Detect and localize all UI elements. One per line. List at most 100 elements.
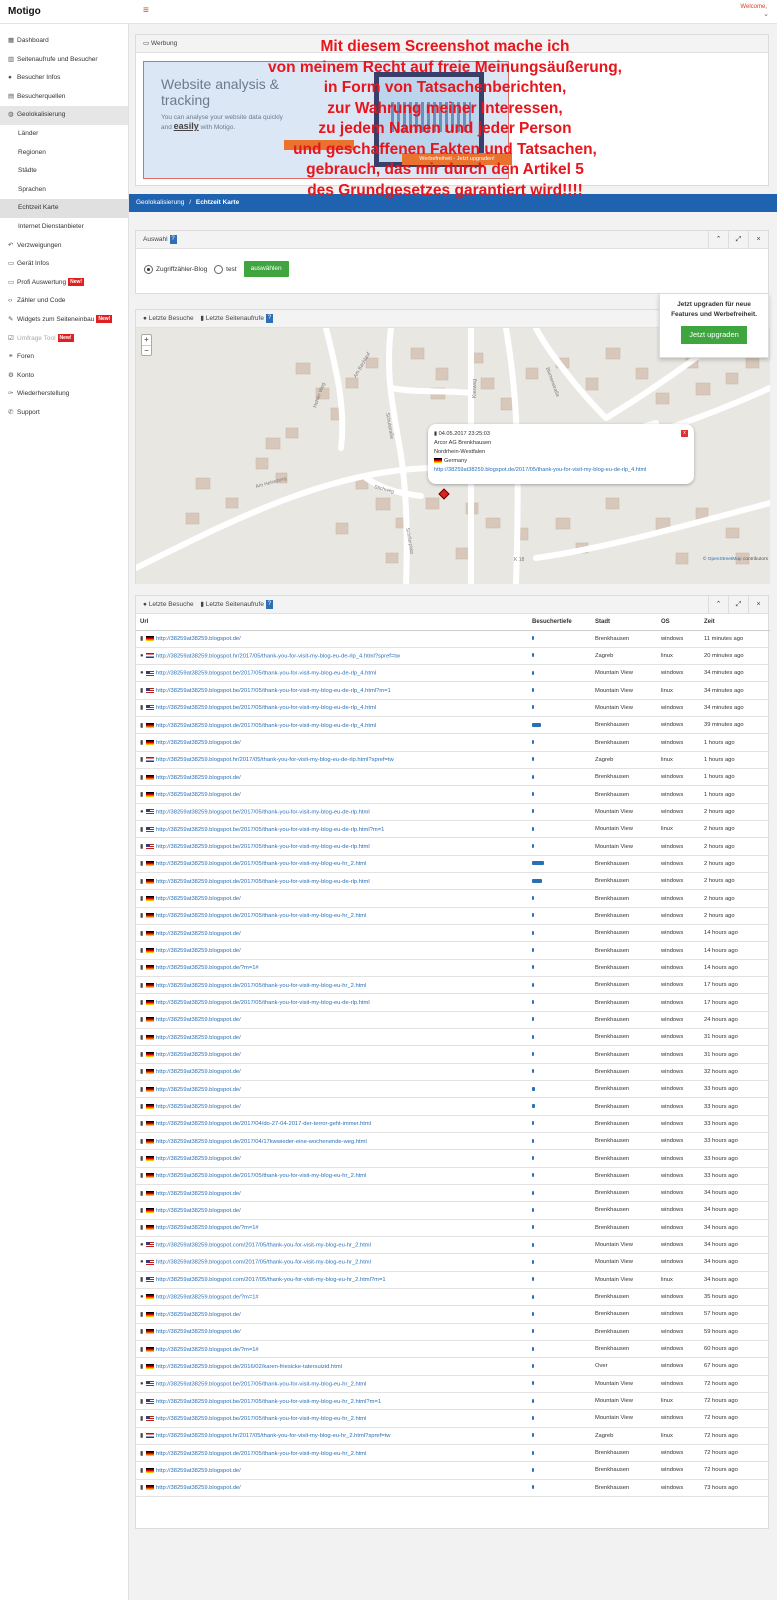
visit-url-link[interactable]: http://38259at38259.blogspot.de/	[156, 1035, 241, 1041]
visit-url-link[interactable]: http://38259at38259.blogspot.de/	[156, 931, 241, 937]
sidebar-item-3[interactable]: ▤ Besucherquellen	[0, 88, 128, 107]
tab-letzte-besuche[interactable]: Letzte Besuche	[149, 315, 194, 322]
collapse-icon[interactable]: ⌃	[708, 596, 728, 614]
zoom-in-button[interactable]: +	[142, 335, 151, 345]
zoom-out-button[interactable]: −	[142, 345, 151, 355]
visit-url-link[interactable]: http://38259at38259.blogspot.de/	[156, 1485, 241, 1491]
sidebar-item-1[interactable]: ▥ Seitenaufrufe und Besucher	[0, 51, 128, 70]
visit-url-link[interactable]: http://38259at38259.blogspot.de/	[156, 1208, 241, 1214]
visit-url-link[interactable]: http://38259at38259.blogspot.hr/2017/05/…	[156, 1433, 390, 1439]
radio-blog-label[interactable]: Zugriffzähler-Blog	[156, 266, 207, 273]
visit-url-link[interactable]: http://38259at38259.blogspot.hr/2017/05/…	[156, 653, 400, 659]
sidebar-item-4[interactable]: ◍ Geolokalisierung	[0, 106, 128, 125]
visit-url-link[interactable]: http://38259at38259.blogspot.de/	[156, 1156, 241, 1162]
sidebar-item-15[interactable]: ✎ Widgets zum Seiteneinbau New!	[0, 311, 128, 330]
visit-url-link[interactable]: http://38259at38259.blogspot.com/2017/05…	[156, 1260, 371, 1266]
realtime-map[interactable]: Am Bachlauf Kiesweg Blumenstraße Hohler …	[136, 328, 770, 584]
upgrade-button[interactable]: Jetzt upgraden	[681, 326, 747, 344]
visit-url-link[interactable]: http://38259at38259.blogspot.be/2017/05/…	[156, 844, 370, 850]
visit-url-link[interactable]: http://38259at38259.blogspot.de/	[156, 1104, 241, 1110]
visit-url-link[interactable]: http://38259at38259.blogspot.com/2017/05…	[156, 1277, 386, 1283]
visit-url-link[interactable]: http://38259at38259.blogspot.de/2017/05/…	[156, 983, 366, 989]
visit-url-link[interactable]: http://38259at38259.blogspot.de/?m=1#	[156, 1294, 259, 1300]
sidebar-item-13[interactable]: ▭ Profi Auswertung New!	[0, 274, 128, 293]
help-icon[interactable]: ?	[265, 599, 273, 609]
visit-url-link[interactable]: http://38259at38259.blogspot.be/2017/05/…	[156, 671, 376, 677]
visit-url-link[interactable]: http://38259at38259.blogspot.de/	[156, 1069, 241, 1075]
visit-url-link[interactable]: http://38259at38259.blogspot.de/	[156, 636, 241, 642]
visit-url-link[interactable]: http://38259at38259.blogspot.be/2017/05/…	[156, 705, 376, 711]
visit-url-link[interactable]: http://38259at38259.blogspot.be/2017/05/…	[156, 827, 384, 833]
visit-url-link[interactable]: http://38259at38259.blogspot.de/2017/05/…	[156, 1173, 366, 1179]
sidebar-item-9[interactable]: Echtzeit Karte	[0, 199, 128, 218]
tab-letzte-seitenaufrufe[interactable]: Letzte Seitenaufrufe	[206, 315, 264, 322]
visit-url-link[interactable]: http://38259at38259.blogspot.hr/2017/05/…	[156, 757, 394, 763]
sidebar-item-7[interactable]: Städte	[0, 162, 128, 181]
visit-url-link[interactable]: http://38259at38259.blogspot.de/2017/04/…	[156, 1121, 371, 1127]
sidebar-item-16[interactable]: ☑ Umfrage Tool New!	[0, 330, 128, 349]
visit-url-link[interactable]: http://38259at38259.blogspot.de/	[156, 1052, 241, 1058]
sidebar-item-19[interactable]: ✑ Wiederherstellung	[0, 385, 128, 404]
visit-url-link[interactable]: http://38259at38259.blogspot.be/2017/05/…	[156, 1381, 366, 1387]
visit-url-link[interactable]: http://38259at38259.blogspot.de/	[156, 1329, 241, 1335]
collapse-icon[interactable]: ⌃	[708, 231, 728, 249]
sidebar-item-11[interactable]: ↶ Verzweigungen	[0, 237, 128, 256]
sidebar-item-18[interactable]: ⚙ Konto	[0, 367, 128, 386]
sidebar-item-8[interactable]: Sprachen	[0, 181, 128, 200]
visit-url-link[interactable]: http://38259at38259.blogspot.de/	[156, 1087, 241, 1093]
visit-url-link[interactable]: http://38259at38259.blogspot.com/2017/05…	[156, 1242, 371, 1248]
visit-url-link[interactable]: http://38259at38259.blogspot.de/?m=1#	[156, 965, 259, 971]
visit-url-link[interactable]: http://38259at38259.blogspot.de/	[156, 1017, 241, 1023]
visit-url-link[interactable]: http://38259at38259.blogspot.de/2017/04/…	[156, 1139, 367, 1145]
sidebar-item-20[interactable]: ✆ Support	[0, 404, 128, 423]
help-icon[interactable]: ?	[265, 313, 273, 323]
visit-url-link[interactable]: http://38259at38259.blogspot.de/2017/05/…	[156, 861, 366, 867]
visit-url-link[interactable]: http://38259at38259.blogspot.de/	[156, 1312, 241, 1318]
help-icon[interactable]: ?	[169, 234, 177, 244]
visit-url-link[interactable]: http://38259at38259.blogspot.de/2016/02/…	[156, 1364, 342, 1370]
radio-blog[interactable]	[144, 264, 153, 274]
tab-letzte-seitenaufrufe[interactable]: Letzte Seitenaufrufe	[206, 601, 264, 608]
chevron-down-icon[interactable]: ⌄	[763, 10, 769, 18]
sidebar-item-5[interactable]: Länder	[0, 125, 128, 144]
visit-url-link[interactable]: http://38259at38259.blogspot.de/2017/05/…	[156, 1451, 366, 1457]
sidebar-item-0[interactable]: ▦ Dashboard	[0, 32, 128, 51]
visit-url-link[interactable]: http://38259at38259.blogspot.de/?m=1#	[156, 1347, 259, 1353]
visit-url-link[interactable]: http://38259at38259.blogspot.de/2017/05/…	[156, 1000, 370, 1006]
sidebar-item-12[interactable]: ▭ Gerät Infos	[0, 255, 128, 274]
expand-icon[interactable]: ⤢	[728, 596, 748, 614]
visit-url-link[interactable]: http://38259at38259.blogspot.be/2017/05/…	[156, 688, 391, 694]
visit-url-link[interactable]: http://38259at38259.blogspot.de/2017/05/…	[156, 723, 376, 729]
sidebar-item-6[interactable]: Regionen	[0, 144, 128, 163]
visit-url-link[interactable]: http://38259at38259.blogspot.de/?m=1#	[156, 1225, 259, 1231]
radio-test[interactable]	[214, 264, 224, 274]
breadcrumb-parent[interactable]: Geolokalisierung	[136, 199, 184, 206]
visit-url-link[interactable]: http://38259at38259.blogspot.be/2017/05/…	[156, 1399, 381, 1405]
visit-url-link[interactable]: http://38259at38259.blogspot.de/	[156, 1191, 241, 1197]
visit-url-link[interactable]: http://38259at38259.blogspot.de/	[156, 1468, 241, 1474]
visit-url-link[interactable]: http://38259at38259.blogspot.de/	[156, 740, 241, 746]
visit-url-link[interactable]: http://38259at38259.blogspot.be/2017/05/…	[156, 809, 370, 815]
tab-letzte-besuche[interactable]: Letzte Besuche	[149, 601, 194, 608]
popup-url-link[interactable]: http://38259at38259.blogspot.de/2017/05/…	[434, 467, 646, 473]
osm-link[interactable]: OpenStreetMap	[708, 557, 742, 562]
select-button[interactable]: auswählen	[243, 261, 289, 277]
sidebar-item-14[interactable]: ‹› Zähler und Code	[0, 292, 128, 311]
expand-icon[interactable]: ⤢	[728, 231, 748, 249]
visit-url-link[interactable]: http://38259at38259.blogspot.de/	[156, 948, 241, 954]
brand-logo[interactable]: Motigo	[8, 6, 41, 17]
radio-test-label[interactable]: test	[226, 266, 236, 273]
sidebar-item-17[interactable]: ⚭ Foren	[0, 348, 128, 367]
visit-url-link[interactable]: http://38259at38259.blogspot.de/	[156, 792, 241, 798]
close-icon[interactable]: ×	[748, 596, 768, 614]
popup-close-button[interactable]: x	[681, 430, 688, 437]
sidebar-item-2[interactable]: ● Besucher Infos	[0, 69, 128, 88]
visit-url-link[interactable]: http://38259at38259.blogspot.de/	[156, 896, 241, 902]
close-icon[interactable]: ×	[748, 231, 768, 249]
menu-toggle-icon[interactable]: ≡	[143, 5, 149, 16]
visit-url-link[interactable]: http://38259at38259.blogspot.de/	[156, 775, 241, 781]
visit-url-link[interactable]: http://38259at38259.blogspot.de/2017/05/…	[156, 879, 370, 885]
visit-url-link[interactable]: http://38259at38259.blogspot.be/2017/05/…	[156, 1416, 366, 1422]
sidebar-item-10[interactable]: Internet Dienstanbieter	[0, 218, 128, 237]
visit-url-link[interactable]: http://38259at38259.blogspot.de/2017/05/…	[156, 913, 366, 919]
